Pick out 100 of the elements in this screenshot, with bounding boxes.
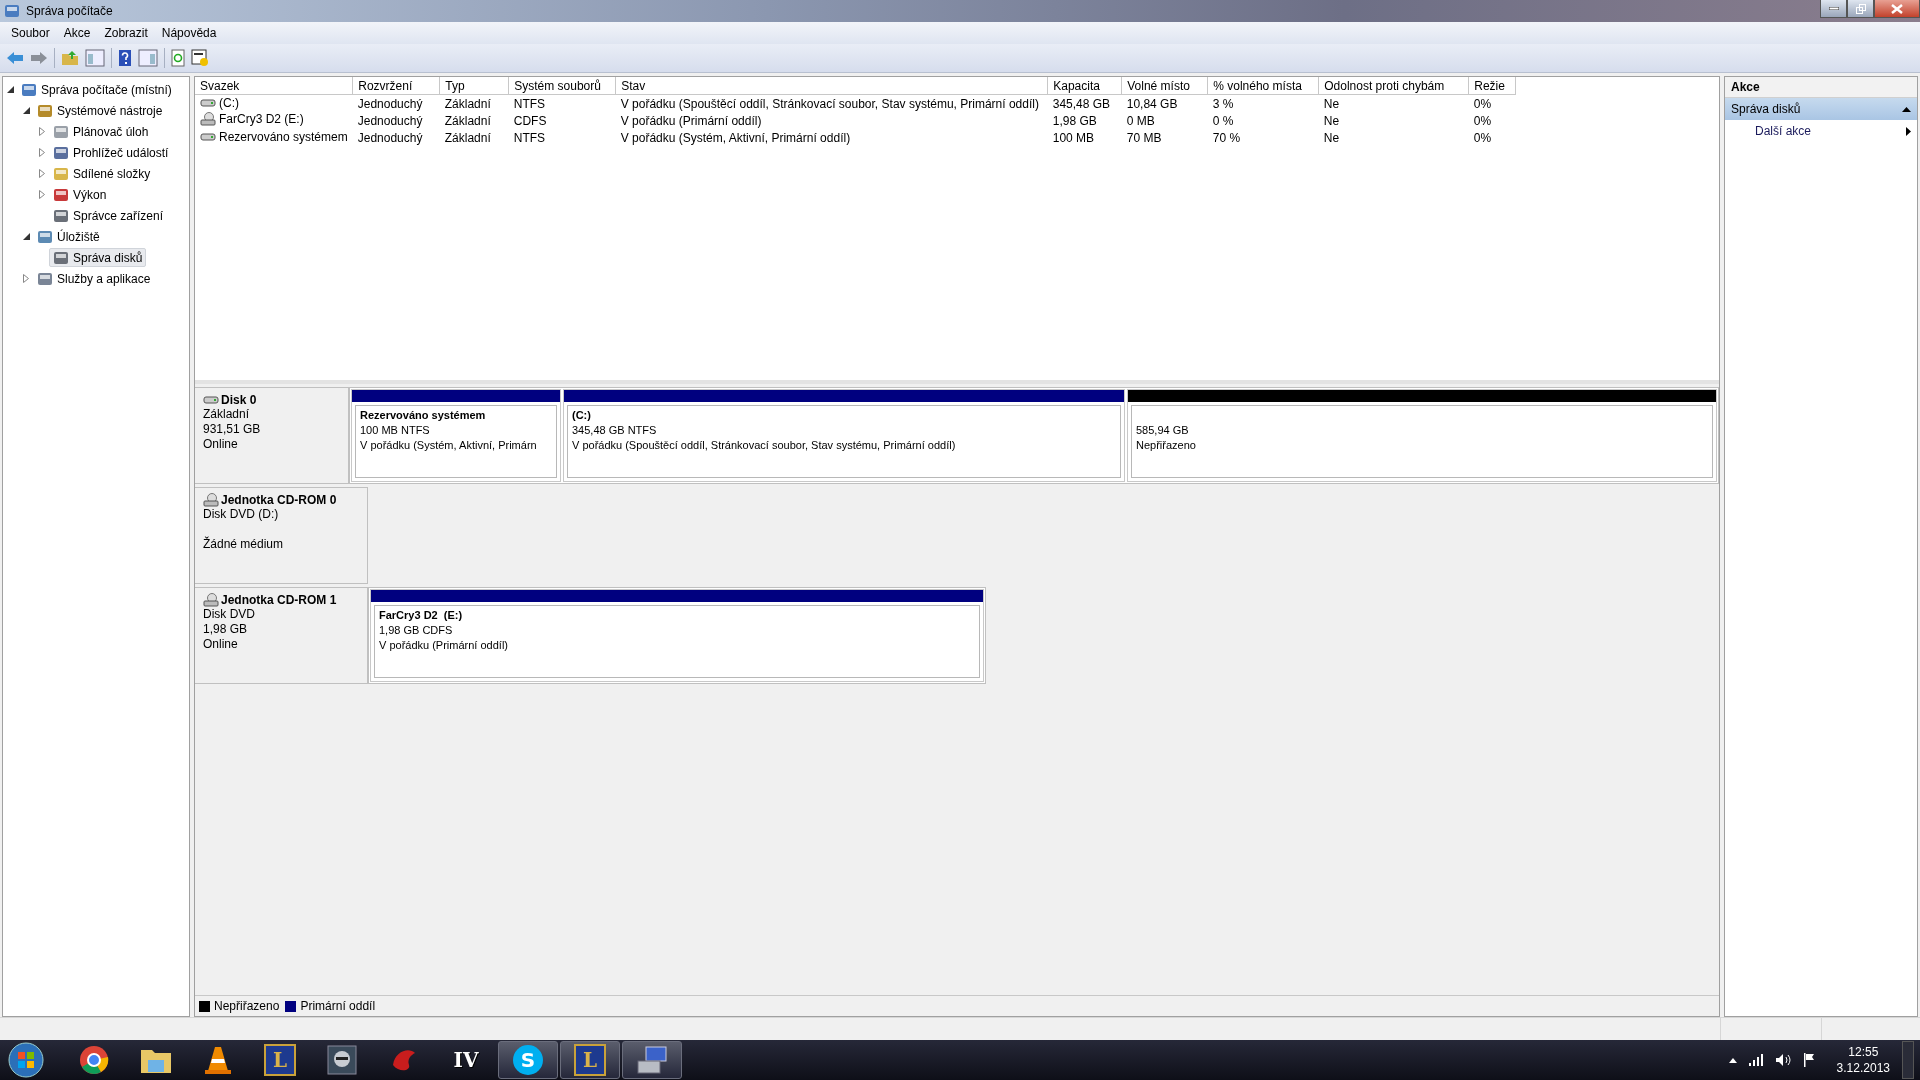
- close-button[interactable]: [1874, 0, 1920, 18]
- partition-detail: 100 MB NTFS: [360, 424, 430, 438]
- minimize-button[interactable]: [1820, 0, 1847, 18]
- legend-label: Nepřiřazeno: [214, 999, 280, 1013]
- taskbar-button[interactable]: IV: [436, 1041, 496, 1079]
- flag-icon[interactable]: [1802, 1053, 1817, 1067]
- tree-item[interactable]: Služby a aplikace: [33, 269, 155, 288]
- actions-section[interactable]: Správa disků: [1725, 98, 1917, 120]
- column-header[interactable]: Volné místo: [1121, 77, 1208, 95]
- tree-item[interactable]: Sdílené složky: [49, 164, 155, 183]
- table-cell: 1,98 GB: [1052, 113, 1097, 128]
- taskbar-button[interactable]: [622, 1041, 682, 1079]
- pane-toggle-icon[interactable]: [138, 49, 158, 67]
- expanded-arrow-icon[interactable]: [22, 107, 30, 114]
- partition[interactable]: (C:) 345,48 GB NTFS V pořádku (Spouštěcí oddíl, Stránkovací soubor, Stav systému, Primární oddíl): [563, 389, 1125, 482]
- tree-item[interactable]: Správce zařízení: [49, 206, 168, 225]
- column-header[interactable]: Typ: [439, 77, 509, 95]
- taskbar-button[interactable]: L: [560, 1041, 620, 1079]
- drive-icon: [200, 98, 216, 108]
- table-cell: Základní: [444, 96, 491, 111]
- tree-item[interactable]: Správa počítače (místní): [17, 80, 176, 99]
- column-header[interactable]: Stav: [615, 77, 1048, 95]
- column-header[interactable]: % volného místa: [1207, 77, 1319, 95]
- collapsed-arrow-icon[interactable]: [39, 169, 45, 178]
- partition[interactable]: FarCry3 D2 (E:) 1,98 GB CDFS V pořádku (Primární oddíl): [370, 589, 984, 682]
- pane-toggle-icon[interactable]: [85, 49, 105, 67]
- table-cell: 345,48 GB: [1052, 96, 1111, 111]
- app-logo: L: [264, 1044, 296, 1076]
- table-cell: FarCry3 D2 (E:): [219, 112, 304, 126]
- partition-detail: 585,94 GB: [1136, 424, 1189, 438]
- table-cell: V pořádku (Spouštěcí oddíl, Stránkovací soubor, Stav systému, Primární oddíl): [620, 96, 1039, 111]
- drive-icon: [203, 395, 219, 405]
- column-header[interactable]: Rozvržení: [352, 77, 440, 95]
- cd-drive-icon: [203, 593, 219, 607]
- partition-detail: V pořádku (Primární oddíl): [379, 639, 508, 653]
- close-icon: [1891, 3, 1903, 14]
- help-icon[interactable]: [118, 49, 132, 67]
- disk-status: Žádné médium: [203, 537, 285, 552]
- table-cell: NTFS: [513, 130, 546, 145]
- partition[interactable]: 585,94 GB Nepřiřazeno: [1127, 389, 1717, 482]
- legend-label: Primární oddíl: [300, 999, 376, 1013]
- tree-item[interactable]: Plánovač úloh: [49, 122, 153, 141]
- table-cell: CDFS: [513, 113, 547, 128]
- partition-detail: 345,48 GB NTFS: [572, 424, 657, 438]
- partition-detail: 1,98 GB CDFS: [379, 624, 453, 638]
- clock[interactable]: 12:55 3.12.2013: [1836, 1044, 1890, 1076]
- expanded-arrow-icon[interactable]: [6, 86, 14, 93]
- tree-item[interactable]: Úložiště: [33, 227, 104, 246]
- partition-detail: V pořádku (Systém, Aktivní, Primárn: [360, 439, 537, 453]
- expanded-arrow-icon[interactable]: [22, 233, 30, 240]
- table-cell: 70 MB: [1126, 130, 1162, 145]
- partition-title: Rezervováno systémem: [360, 409, 486, 423]
- taskbar-button[interactable]: L: [250, 1041, 310, 1079]
- table-cell: 3 %: [1212, 96, 1234, 111]
- column-header[interactable]: Režie: [1468, 77, 1516, 95]
- tree-item[interactable]: Prohlížeč událostí: [49, 143, 173, 162]
- table-cell: NTFS: [513, 96, 546, 111]
- partition[interactable]: Rezervováno systémem 100 MB NTFS V pořádku (Systém, Aktivní, Primárn: [351, 389, 561, 482]
- collapsed-arrow-icon[interactable]: [39, 148, 45, 157]
- tree-item[interactable]: Správa disků: [49, 248, 147, 267]
- menu-item[interactable]: Soubor: [4, 26, 57, 40]
- column-header[interactable]: Systém souborů: [508, 77, 616, 95]
- table-cell: 0 MB: [1126, 113, 1155, 128]
- disk-type: Disk DVD (D:): [203, 507, 280, 522]
- collapsed-arrow-icon[interactable]: [39, 127, 45, 136]
- signal-icon[interactable]: [1748, 1054, 1763, 1066]
- action-item[interactable]: Další akce: [1725, 120, 1917, 142]
- tree-item[interactable]: Výkon: [49, 185, 111, 204]
- refresh-icon[interactable]: [171, 49, 185, 67]
- disk-status: Online: [203, 637, 239, 652]
- tray-expand-icon[interactable]: [1728, 1057, 1737, 1063]
- properties-icon[interactable]: [191, 49, 209, 67]
- table-cell: Základní: [444, 113, 491, 128]
- collapsed-arrow-icon[interactable]: [23, 274, 29, 283]
- table-cell: Jednoduchý: [357, 130, 423, 145]
- forward-arrow-icon[interactable]: [30, 51, 48, 65]
- menu-item[interactable]: Nápověda: [154, 26, 224, 40]
- column-header[interactable]: Kapacita: [1047, 77, 1122, 95]
- table-cell: Ne: [1323, 113, 1340, 128]
- back-arrow-icon[interactable]: [6, 51, 24, 65]
- disk-name: Jednotka CD-ROM 1: [221, 593, 337, 607]
- table-cell: 0%: [1473, 130, 1492, 145]
- partition-title: FarCry3 D2 (E:): [379, 609, 463, 623]
- menu-item[interactable]: Zobrazit: [97, 26, 155, 40]
- drive-icon: [200, 132, 216, 142]
- disk-name: Jednotka CD-ROM 0: [221, 493, 337, 507]
- table-cell: 10,84 GB: [1126, 96, 1178, 111]
- collapsed-arrow-icon[interactable]: [39, 190, 45, 199]
- column-header[interactable]: Svazek: [195, 77, 353, 95]
- cd-drive-icon: [200, 112, 216, 126]
- tree-item[interactable]: Systémové nástroje: [33, 101, 167, 120]
- menu-item[interactable]: Akce: [56, 26, 98, 40]
- column-header[interactable]: Odolnost proti chybám: [1318, 77, 1469, 95]
- disk-type: Základní: [203, 407, 251, 422]
- chrome-icon: [79, 1045, 109, 1075]
- table-cell: 0%: [1473, 96, 1492, 111]
- speaker-icon[interactable]: [1774, 1053, 1791, 1067]
- restore-button[interactable]: [1847, 0, 1874, 18]
- table-cell: Ne: [1323, 96, 1340, 111]
- disk-status: Online: [203, 437, 239, 452]
